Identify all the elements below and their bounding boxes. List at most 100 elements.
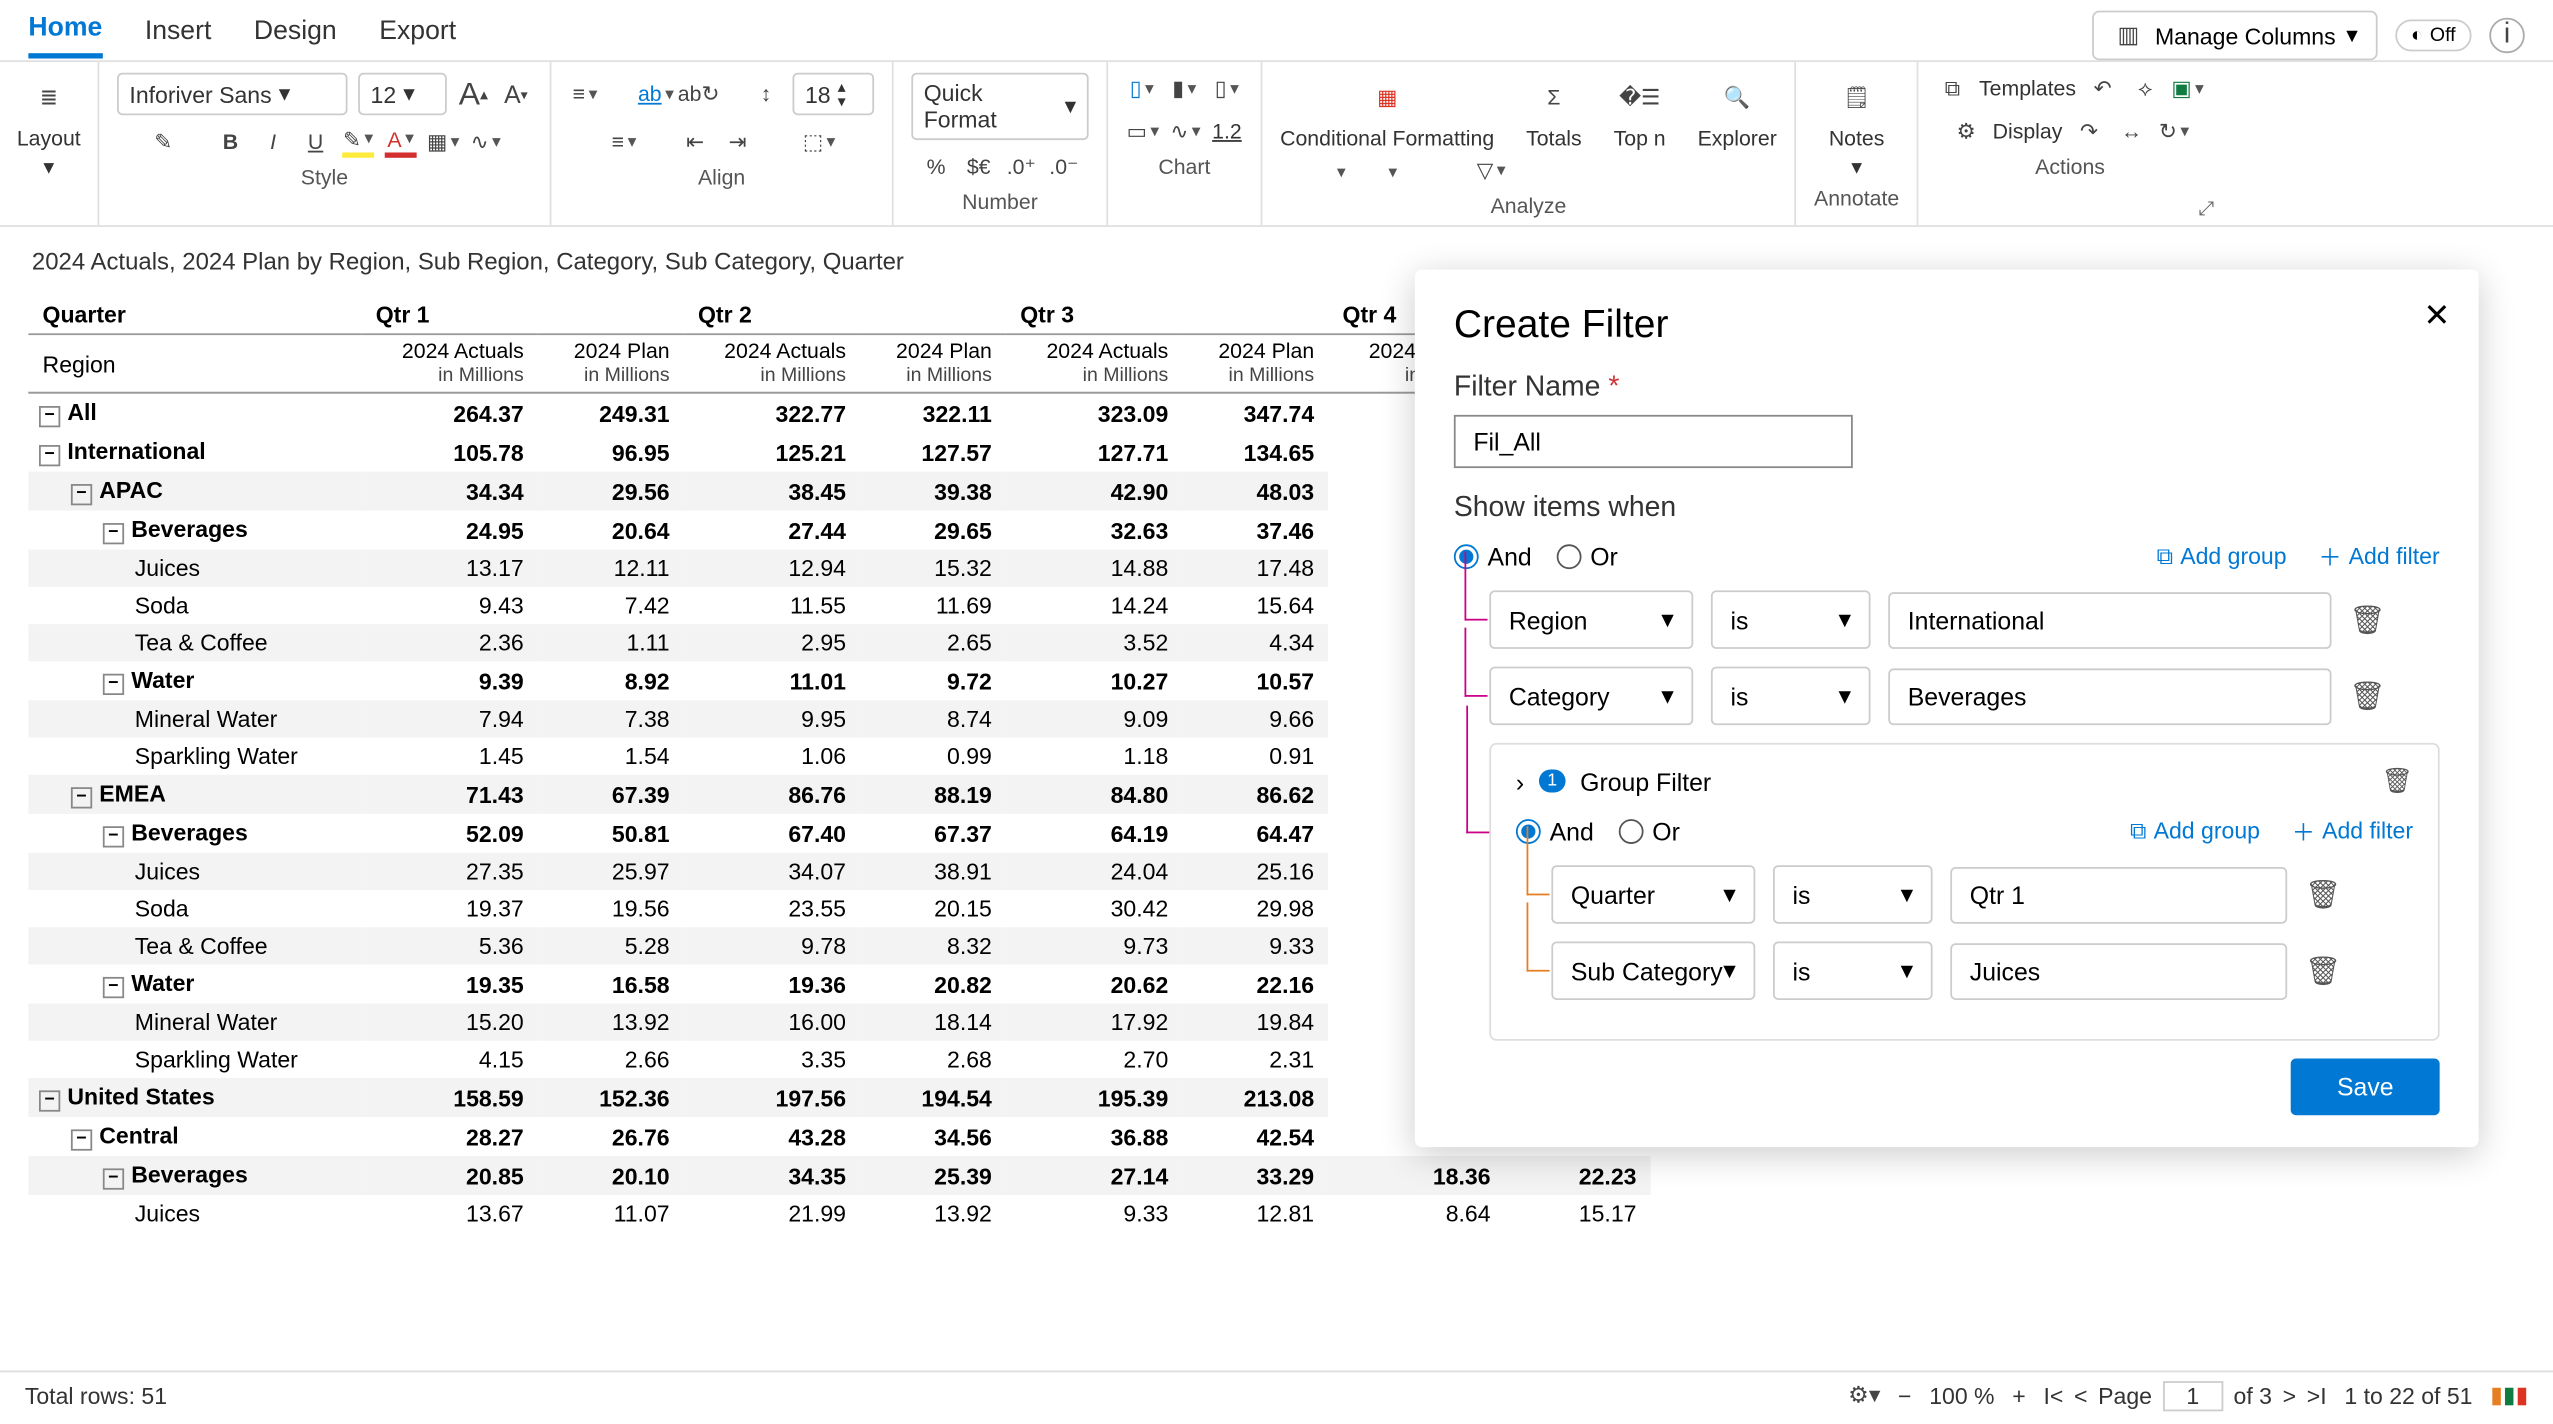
table-row[interactable]: −EMEA71.4367.3986.7688.1984.8086.62 bbox=[28, 775, 1650, 814]
increase-decimal-icon[interactable]: .0⁺ bbox=[1005, 151, 1037, 183]
cell[interactable]: 8.92 bbox=[538, 662, 684, 701]
fill-color-icon[interactable]: ✎ bbox=[342, 126, 374, 158]
table-row[interactable]: Soda19.3719.5623.5520.1530.4229.98 bbox=[28, 891, 1650, 928]
cell[interactable]: 19.84 bbox=[1182, 1004, 1328, 1041]
cell[interactable]: 24.95 bbox=[362, 511, 538, 550]
table-row[interactable]: Juices13.1712.1112.9415.3214.8817.48 bbox=[28, 550, 1650, 587]
add-filter-button[interactable]: ＋Add filter bbox=[2319, 539, 2440, 573]
cell[interactable]: 11.07 bbox=[538, 1196, 684, 1233]
cell[interactable]: 19.37 bbox=[362, 891, 538, 928]
page-input[interactable]: 1 bbox=[2163, 1380, 2223, 1410]
excel-icon[interactable]: ▣ bbox=[2172, 73, 2204, 105]
manage-columns-button[interactable]: ▥ Manage Columns ▾ bbox=[2093, 11, 2377, 61]
zoom-in-icon[interactable]: + bbox=[2012, 1382, 2025, 1409]
chart-stacked-icon[interactable]: ▮ bbox=[1168, 73, 1200, 105]
cell[interactable]: 17.48 bbox=[1182, 550, 1328, 587]
conditional-formatting-button[interactable]: ▦Conditional Formatting bbox=[1280, 73, 1494, 151]
expand-icon[interactable]: − bbox=[71, 788, 92, 809]
explorer-button[interactable]: 🔍Explorer bbox=[1698, 73, 1777, 151]
table-row[interactable]: Sparkling Water4.152.663.352.682.702.31 bbox=[28, 1041, 1650, 1078]
valign-icon[interactable]: ≡ bbox=[569, 78, 601, 110]
cell[interactable]: 13.67 bbox=[362, 1196, 538, 1233]
tab-home[interactable]: Home bbox=[28, 12, 102, 58]
cell[interactable]: 10.57 bbox=[1182, 662, 1328, 701]
prev-page-icon[interactable]: < bbox=[2074, 1382, 2087, 1409]
cell[interactable]: 86.76 bbox=[684, 775, 860, 814]
cell[interactable]: 27.14 bbox=[1006, 1157, 1182, 1196]
cell[interactable]: 48.03 bbox=[1182, 472, 1328, 511]
font-color-icon[interactable]: A bbox=[385, 126, 417, 158]
cell[interactable]: 1.11 bbox=[538, 625, 684, 662]
fit-width-icon[interactable]: ↔ bbox=[2116, 115, 2148, 147]
cell[interactable]: 24.04 bbox=[1006, 853, 1182, 890]
collapse-icon[interactable]: › bbox=[1516, 767, 1524, 795]
decrease-font-icon[interactable]: A▾ bbox=[500, 78, 532, 110]
or-radio[interactable]: Or bbox=[1557, 542, 1618, 570]
delete-filter-icon[interactable]: 🗑 bbox=[2305, 877, 2341, 912]
cell[interactable]: 22.16 bbox=[1182, 965, 1328, 1004]
table-row[interactable]: −Beverages20.8520.1034.3525.3927.1433.29… bbox=[28, 1157, 1650, 1196]
cell[interactable]: 322.77 bbox=[684, 393, 860, 433]
refresh-icon[interactable]: ↻ bbox=[2158, 115, 2190, 147]
font-size-select[interactable]: 12▾ bbox=[358, 73, 447, 116]
cell[interactable]: 37.46 bbox=[1182, 511, 1328, 550]
cell[interactable]: 11.55 bbox=[684, 588, 860, 625]
expand-icon[interactable]: − bbox=[39, 1091, 60, 1112]
cell[interactable]: 9.95 bbox=[684, 701, 860, 738]
chart-bullet-icon[interactable]: ▭ bbox=[1127, 115, 1159, 147]
expand-icon[interactable]: − bbox=[71, 485, 92, 506]
cell[interactable]: 21.99 bbox=[684, 1196, 860, 1233]
value-select[interactable]: International bbox=[1888, 591, 2331, 648]
cell[interactable]: 30.42 bbox=[1006, 891, 1182, 928]
tab-insert[interactable]: Insert bbox=[145, 15, 212, 56]
totals-dropdown[interactable] bbox=[1385, 158, 1397, 183]
cell[interactable]: 22.23 bbox=[1505, 1157, 1651, 1196]
table-row[interactable]: −All264.37249.31322.77322.11323.09347.74 bbox=[28, 393, 1650, 433]
cell[interactable]: 4.34 bbox=[1182, 625, 1328, 662]
cell[interactable]: 2.70 bbox=[1006, 1041, 1182, 1078]
cell[interactable]: 10.27 bbox=[1006, 662, 1182, 701]
operator-select[interactable]: is▾ bbox=[1711, 667, 1871, 726]
chart-numfmt[interactable]: 1.2 bbox=[1212, 119, 1242, 144]
cell[interactable]: 134.65 bbox=[1182, 433, 1328, 472]
cell[interactable]: 9.33 bbox=[1006, 1196, 1182, 1233]
redo-icon[interactable]: ↷ bbox=[2073, 115, 2105, 147]
ribbon-expand-icon[interactable]: ⤢ bbox=[2199, 199, 2215, 222]
cell[interactable]: 249.31 bbox=[538, 393, 684, 433]
cell[interactable]: 25.97 bbox=[538, 853, 684, 890]
cell[interactable]: 34.56 bbox=[860, 1118, 1006, 1157]
cell[interactable]: 67.39 bbox=[538, 775, 684, 814]
expand-icon[interactable]: − bbox=[71, 1130, 92, 1151]
table-row[interactable]: Juices13.6711.0721.9913.929.3312.818.641… bbox=[28, 1196, 1650, 1233]
group-add-filter-button[interactable]: ＋Add filter bbox=[2292, 814, 2413, 848]
layout-button[interactable]: ≣ Layout ▾ bbox=[17, 73, 81, 179]
cell[interactable]: 15.64 bbox=[1182, 588, 1328, 625]
cell[interactable]: 4.15 bbox=[362, 1041, 538, 1078]
table-row[interactable]: −Water19.3516.5819.3620.8220.6222.16 bbox=[28, 965, 1650, 1004]
cell[interactable]: 14.88 bbox=[1006, 550, 1182, 587]
cell[interactable]: 34.34 bbox=[362, 472, 538, 511]
cell[interactable]: 32.63 bbox=[1006, 511, 1182, 550]
cell[interactable]: 5.36 bbox=[362, 928, 538, 965]
cell[interactable]: 16.58 bbox=[538, 965, 684, 1004]
value-select[interactable]: Juices bbox=[1950, 942, 2287, 999]
cell[interactable]: 105.78 bbox=[362, 433, 538, 472]
underline-icon[interactable]: U bbox=[300, 126, 332, 158]
value-select[interactable]: Qtr 1 bbox=[1950, 866, 2287, 923]
notes-button[interactable]: 🗒Notes▾ bbox=[1829, 73, 1885, 179]
cell[interactable]: 29.98 bbox=[1182, 891, 1328, 928]
cell[interactable]: 7.38 bbox=[538, 701, 684, 738]
table-row[interactable]: Tea & Coffee2.361.112.952.653.524.34 bbox=[28, 625, 1650, 662]
orientation-icon[interactable]: ab↻ bbox=[683, 78, 715, 110]
cell[interactable]: 18.36 bbox=[1328, 1157, 1504, 1196]
cell[interactable]: 125.21 bbox=[684, 433, 860, 472]
table-row[interactable]: Mineral Water15.2013.9216.0018.1417.9219… bbox=[28, 1004, 1650, 1041]
cell[interactable]: 42.54 bbox=[1182, 1118, 1328, 1157]
cell[interactable]: 0.91 bbox=[1182, 738, 1328, 775]
cell[interactable]: 2.65 bbox=[860, 625, 1006, 662]
operator-select[interactable]: is▾ bbox=[1711, 590, 1871, 649]
cell[interactable]: 7.42 bbox=[538, 588, 684, 625]
cell[interactable]: 347.74 bbox=[1182, 393, 1328, 433]
clear-format-icon[interactable]: ∿ bbox=[470, 126, 502, 158]
cell[interactable]: 29.65 bbox=[860, 511, 1006, 550]
